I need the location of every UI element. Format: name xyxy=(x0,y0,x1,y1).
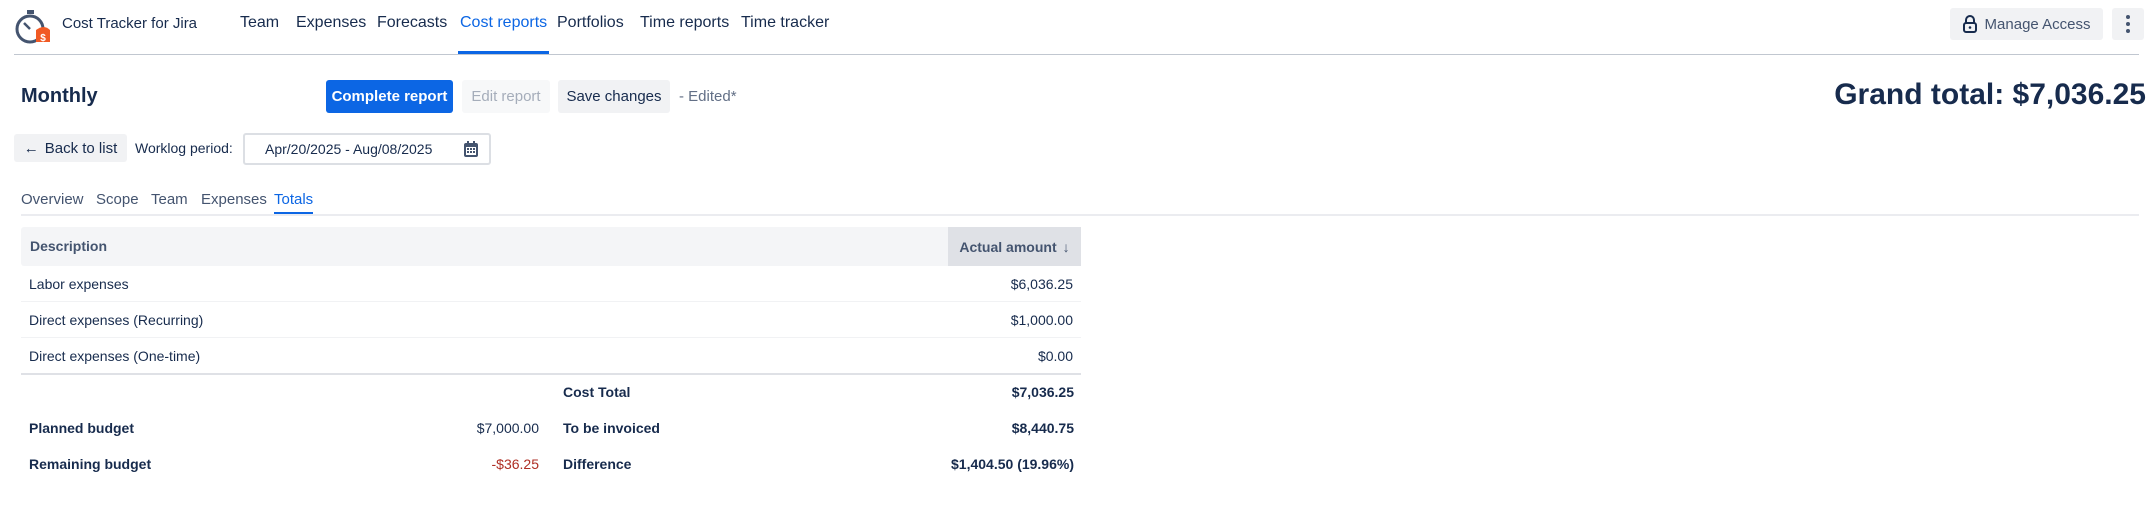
table-row: Direct expenses (One-time) $0.00 xyxy=(21,338,1081,374)
worklog-period-label: Worklog period: xyxy=(135,140,233,156)
remaining-budget-value: -$36.25 xyxy=(491,456,539,472)
svg-text:$: $ xyxy=(40,33,46,44)
report-title: Monthly xyxy=(21,85,98,107)
edited-indicator: - Edited* xyxy=(679,88,737,105)
planned-budget-label: Planned budget xyxy=(29,420,134,436)
column-header-description[interactable]: Description xyxy=(30,238,107,254)
arrow-left-icon: ← xyxy=(23,139,39,157)
table-row: Direct expenses (Recurring) $1,000.00 xyxy=(21,302,1081,338)
more-vertical-icon xyxy=(2126,15,2130,33)
calendar-icon[interactable] xyxy=(463,140,479,158)
nav-time-tracker[interactable]: Time tracker xyxy=(741,14,829,54)
more-options-button[interactable] xyxy=(2112,8,2144,40)
to-be-invoiced-label: To be invoiced xyxy=(563,420,660,436)
tab-team[interactable]: Team xyxy=(151,191,188,215)
to-be-invoiced-value: $8,440.75 xyxy=(1011,420,1074,436)
sort-descending-icon: ↓ xyxy=(1062,238,1070,255)
difference-value: $1,404.50 (19.96%) xyxy=(951,456,1074,472)
row-amount: $1,000.00 xyxy=(1010,311,1073,328)
planned-budget-value: $7,000.00 xyxy=(476,420,539,436)
cost-total-value: $7,036.25 xyxy=(1011,384,1074,400)
tab-expenses[interactable]: Expenses xyxy=(201,191,267,215)
tab-overview[interactable]: Overview xyxy=(21,191,84,215)
row-description: Labor expenses xyxy=(29,275,129,292)
actual-amount-label: Actual amount xyxy=(959,238,1057,255)
column-header-actual-amount[interactable]: Actual amount ↓ xyxy=(948,227,1081,266)
app-name: Cost Tracker for Jira xyxy=(62,15,198,32)
app-logo-icon: $ xyxy=(14,8,52,46)
table-row: Labor expenses $6,036.25 xyxy=(21,266,1081,302)
totals-divider xyxy=(21,373,1081,375)
manage-access-label: Manage Access xyxy=(1984,15,2091,33)
manage-access-button[interactable]: Manage Access xyxy=(1950,8,2103,40)
tab-scope[interactable]: Scope xyxy=(96,191,139,215)
tab-totals[interactable]: Totals xyxy=(274,191,314,215)
grand-total: Grand total: $7,036.25 xyxy=(1834,78,2146,111)
worklog-period-value: Apr/20/2025 - Aug/08/2025 xyxy=(265,141,433,157)
back-to-list-label: Back to list xyxy=(44,139,118,157)
difference-label: Difference xyxy=(563,456,632,472)
edit-report-button[interactable]: Edit report xyxy=(462,80,550,113)
nav-expenses[interactable]: Expenses xyxy=(296,14,366,54)
table-header xyxy=(21,227,1081,266)
nav-forecasts[interactable]: Forecasts xyxy=(377,14,447,54)
row-amount: $0.00 xyxy=(1037,348,1073,364)
row-description: Direct expenses (Recurring) xyxy=(29,311,204,328)
cost-total-label: Cost Total xyxy=(563,384,631,400)
row-amount: $6,036.25 xyxy=(1010,275,1073,292)
nav-divider xyxy=(14,54,2139,55)
lock-icon xyxy=(1962,15,1977,33)
nav-cost-reports[interactable]: Cost reports xyxy=(458,14,550,54)
save-changes-button[interactable]: Save changes xyxy=(558,80,670,113)
worklog-period-input[interactable]: Apr/20/2025 - Aug/08/2025 xyxy=(243,133,491,165)
remaining-budget-label: Remaining budget xyxy=(29,456,152,472)
complete-report-button[interactable]: Complete report xyxy=(326,80,453,113)
back-to-list-button[interactable]: ← Back to list xyxy=(14,134,127,162)
nav-time-reports[interactable]: Time reports xyxy=(640,14,729,54)
tabs-divider xyxy=(21,214,2139,216)
nav-team[interactable]: Team xyxy=(240,14,279,54)
nav-portfolios[interactable]: Portfolios xyxy=(557,14,624,54)
row-description: Direct expenses (One-time) xyxy=(29,348,201,364)
